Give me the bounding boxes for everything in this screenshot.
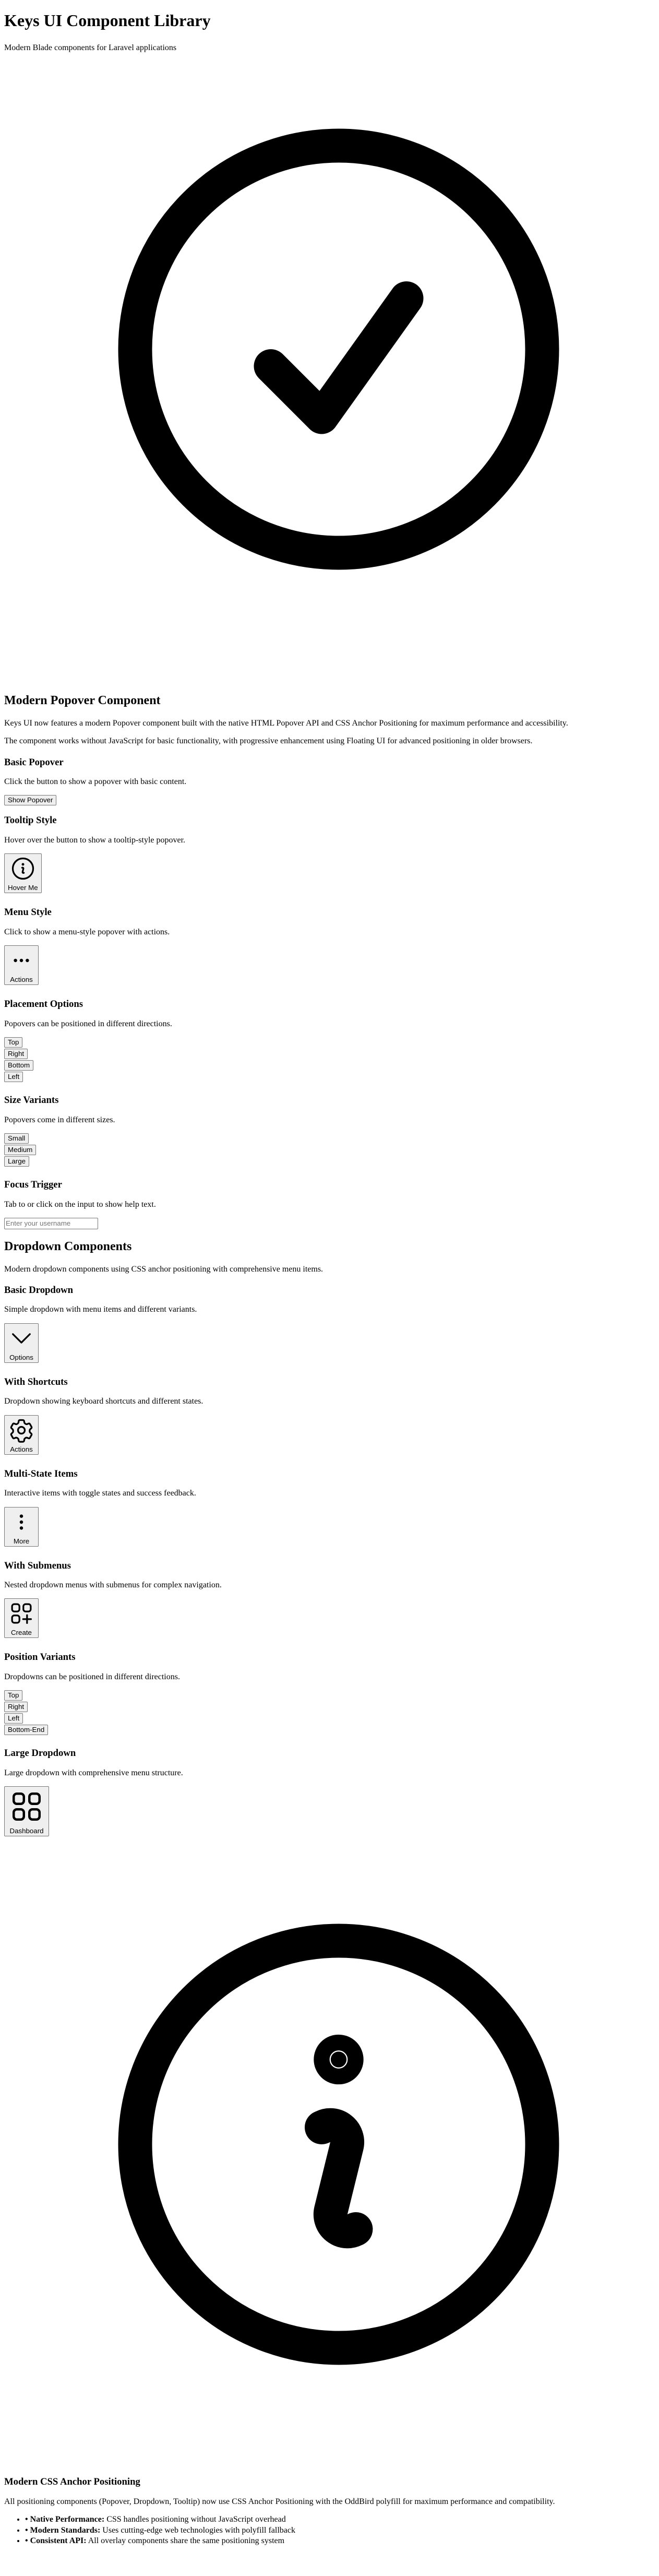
create-label: Create bbox=[11, 1629, 32, 1637]
more-label: More bbox=[13, 1537, 30, 1545]
placement-buttons: Top Right Bottom Left bbox=[4, 1037, 655, 1083]
ellipsis-horizontal-icon bbox=[8, 947, 35, 976]
large-dropdown-desc: Large dropdown with comprehensive menu s… bbox=[4, 1768, 183, 1777]
hover-me-label: Hover Me bbox=[8, 884, 38, 892]
with-submenus-heading: With Submenus bbox=[4, 1560, 71, 1571]
basic-popover-desc: Click the button to show a popover with … bbox=[4, 777, 187, 787]
large-dropdown-heading: Large Dropdown bbox=[4, 1748, 76, 1759]
size-buttons: Small Medium Large bbox=[4, 1133, 655, 1168]
squares-plus-icon bbox=[8, 1600, 35, 1629]
actions-dropdown-button[interactable]: Actions bbox=[4, 1415, 39, 1455]
basic-popover-heading: Basic Popover bbox=[4, 756, 64, 768]
page-subtitle: Modern Blade components for Laravel appl… bbox=[4, 43, 177, 52]
position-bottom-end-button[interactable]: Bottom-End bbox=[4, 1725, 49, 1736]
feature-label: • Modern Standards: bbox=[25, 2525, 101, 2535]
options-label: Options bbox=[9, 1353, 33, 1361]
page-title: Keys UI Component Library bbox=[4, 11, 211, 30]
list-item: • Consistent API: All overlay components… bbox=[25, 2536, 655, 2546]
size-small-button[interactable]: Small bbox=[4, 1133, 29, 1144]
squares-grid-icon bbox=[8, 1788, 45, 1827]
info-circle-icon bbox=[67, 1873, 610, 2416]
size-variants-desc: Popovers come in different sizes. bbox=[4, 1115, 115, 1124]
position-buttons: Top Right Left Bottom-End bbox=[4, 1690, 655, 1736]
popover-section: Modern Popover Component Keys UI now fea… bbox=[4, 694, 655, 1240]
gear-icon bbox=[8, 1417, 35, 1445]
size-large-button[interactable]: Large bbox=[4, 1156, 30, 1167]
actions-dropdown-label: Actions bbox=[10, 1445, 33, 1453]
info-circle-icon bbox=[9, 855, 37, 884]
size-medium-button[interactable]: Medium bbox=[4, 1145, 37, 1156]
tooltip-style-heading: Tooltip Style bbox=[4, 815, 57, 826]
dashboard-dropdown-button[interactable]: Dashboard bbox=[4, 1786, 49, 1837]
anchor-feature-list: • Native Performance: CSS handles positi… bbox=[4, 2515, 655, 2546]
check-circle-icon bbox=[67, 78, 610, 621]
placement-bottom-button[interactable]: Bottom bbox=[4, 1060, 34, 1071]
basic-dropdown-heading: Basic Dropdown bbox=[4, 1284, 74, 1296]
list-item: • Native Performance: CSS handles positi… bbox=[25, 2515, 655, 2524]
dashboard-label: Dashboard bbox=[9, 1827, 44, 1835]
chevron-down-icon bbox=[8, 1325, 35, 1354]
menu-style-desc: Click to show a menu-style popover with … bbox=[4, 927, 170, 936]
placement-right-button[interactable]: Right bbox=[4, 1049, 28, 1060]
username-input[interactable] bbox=[4, 1217, 98, 1229]
more-dropdown-button[interactable]: More bbox=[4, 1506, 39, 1547]
popover-intro-2: The component works without JavaScript f… bbox=[4, 737, 533, 746]
with-shortcuts-heading: With Shortcuts bbox=[4, 1376, 68, 1387]
anchor-section-title: Modern CSS Anchor Positioning bbox=[4, 2476, 140, 2488]
tooltip-style-desc: Hover over the button to show a tooltip-… bbox=[4, 835, 186, 845]
show-popover-button[interactable]: Show Popover bbox=[4, 795, 57, 806]
anchor-section: Modern CSS Anchor Positioning All positi… bbox=[4, 2476, 655, 2546]
position-variants-desc: Dropdowns can be positioned in different… bbox=[4, 1672, 180, 1681]
position-top-button[interactable]: Top bbox=[4, 1690, 23, 1701]
menu-style-heading: Menu Style bbox=[4, 907, 52, 918]
popover-intro-1: Keys UI now features a modern Popover co… bbox=[4, 718, 568, 728]
focus-trigger-heading: Focus Trigger bbox=[4, 1179, 62, 1191]
feature-text: All overlay components share the same po… bbox=[86, 2536, 285, 2545]
position-variants-heading: Position Variants bbox=[4, 1652, 76, 1663]
options-dropdown-button[interactable]: Options bbox=[4, 1323, 39, 1363]
actions-menu-button[interactable]: Actions bbox=[4, 945, 39, 986]
list-item: • Modern Standards: Uses cutting-edge we… bbox=[25, 2526, 655, 2535]
multi-state-heading: Multi-State Items bbox=[4, 1468, 78, 1479]
focus-trigger-desc: Tab to or click on the input to show hel… bbox=[4, 1200, 156, 1209]
placement-top-button[interactable]: Top bbox=[4, 1037, 23, 1048]
create-dropdown-button[interactable]: Create bbox=[4, 1598, 39, 1639]
dropdown-section-title: Dropdown Components bbox=[4, 1239, 132, 1253]
dropdown-intro: Modern dropdown components using CSS anc… bbox=[4, 1264, 323, 1274]
anchor-intro: All positioning components (Popover, Dro… bbox=[4, 2497, 555, 2506]
size-variants-heading: Size Variants bbox=[4, 1095, 59, 1106]
dropdown-section: Dropdown Components Modern dropdown comp… bbox=[4, 1239, 655, 1837]
placement-left-button[interactable]: Left bbox=[4, 1072, 23, 1083]
actions-label: Actions bbox=[10, 976, 33, 984]
placement-options-desc: Popovers can be positioned in different … bbox=[4, 1019, 172, 1028]
hover-me-button[interactable]: Hover Me bbox=[4, 853, 42, 894]
feature-label: • Consistent API: bbox=[25, 2536, 87, 2545]
page: Keys UI Component Library Modern Blade c… bbox=[0, 11, 659, 2546]
multi-state-desc: Interactive items with toggle states and… bbox=[4, 1489, 196, 1498]
with-shortcuts-desc: Dropdown showing keyboard shortcuts and … bbox=[4, 1397, 203, 1406]
with-submenus-desc: Nested dropdown menus with submenus for … bbox=[4, 1581, 222, 1590]
feature-text: CSS handles positioning without JavaScri… bbox=[104, 2515, 286, 2524]
position-left-button[interactable]: Left bbox=[4, 1713, 23, 1724]
basic-dropdown-desc: Simple dropdown with menu items and diff… bbox=[4, 1305, 197, 1314]
feature-label: • Native Performance: bbox=[25, 2515, 105, 2524]
ellipsis-vertical-icon bbox=[8, 1509, 35, 1537]
popover-section-title: Modern Popover Component bbox=[4, 694, 161, 708]
position-right-button[interactable]: Right bbox=[4, 1702, 28, 1713]
placement-options-heading: Placement Options bbox=[4, 999, 83, 1010]
feature-text: Uses cutting-edge web technologies with … bbox=[100, 2525, 295, 2535]
